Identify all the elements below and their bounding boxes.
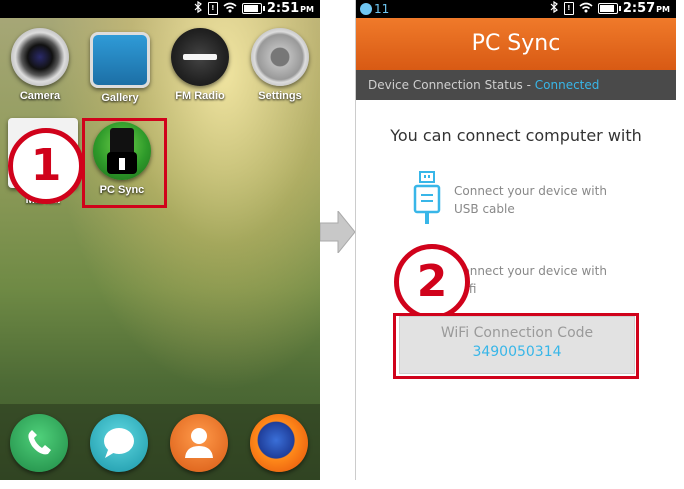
battery-icon	[597, 3, 621, 14]
pc-sync-screen: 11 ! 2:57PM PC Sync Device Connection St…	[355, 0, 676, 480]
gear-icon	[251, 28, 309, 86]
contacts-icon[interactable]	[170, 414, 228, 472]
app-fm-radio[interactable]: FM Radio	[164, 28, 236, 102]
app-gallery[interactable]: Gallery	[84, 28, 156, 104]
phone-icon[interactable]	[10, 414, 68, 472]
firefox-icon[interactable]	[250, 414, 308, 472]
step-marker-1: 1	[8, 128, 84, 204]
status-bar: ! 2:51PM	[0, 0, 320, 18]
wifi-icon	[223, 2, 237, 16]
battery-icon	[241, 3, 265, 14]
arrow-icon	[319, 209, 356, 257]
app-settings[interactable]: Settings	[244, 28, 316, 102]
status-time: 2:51	[266, 1, 300, 16]
notification-indicator: 11	[360, 2, 389, 16]
bluetooth-icon	[194, 0, 203, 16]
headline: You can connect computer with	[390, 126, 642, 145]
usb-cable-icon	[410, 170, 444, 230]
gallery-icon	[90, 32, 150, 88]
usb-option[interactable]: Connect your device with USB cable	[410, 170, 660, 224]
messages-icon[interactable]	[90, 414, 148, 472]
home-screen: ! 2:51PM Camera Gallery FM Radio Setting…	[0, 0, 320, 480]
highlight-pc-sync	[82, 118, 167, 208]
status-time: 2:57	[622, 1, 656, 16]
highlight-wifi-code	[393, 313, 639, 379]
step-marker-2: 2	[394, 244, 470, 320]
bluetooth-icon	[550, 0, 559, 16]
sim-icon: !	[207, 2, 218, 15]
status-value: Connected	[534, 78, 600, 92]
connection-status: Device Connection Status - Connected	[356, 70, 676, 100]
wifi-icon	[579, 2, 593, 16]
status-bar: 11 ! 2:57PM	[356, 0, 676, 18]
page-title: PC Sync	[356, 18, 676, 70]
sim-icon: !	[563, 2, 574, 15]
camera-icon	[11, 28, 69, 86]
app-camera[interactable]: Camera	[4, 28, 76, 102]
dock	[0, 404, 320, 480]
radio-icon	[171, 28, 229, 86]
